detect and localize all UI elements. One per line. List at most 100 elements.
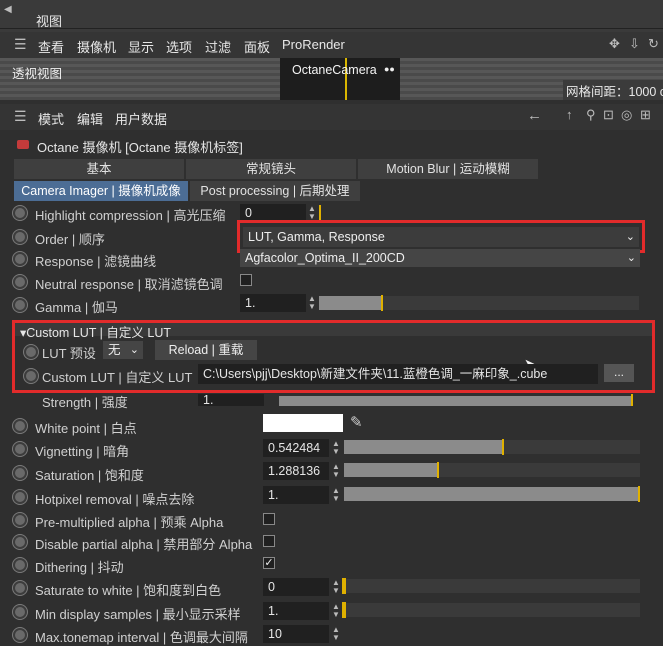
menu-prorender[interactable]: ProRender <box>282 37 345 52</box>
saturation-input[interactable]: 1.288136 <box>263 462 329 480</box>
camera-icon: ●● <box>384 64 395 74</box>
min-display-samples-label: Min display samples | 最小显示采样 <box>35 607 241 622</box>
up-arrow-icon[interactable]: ↑ <box>566 107 573 122</box>
animate-bullet[interactable] <box>13 419 27 433</box>
disable-partial-alpha-checkbox[interactable] <box>263 535 275 547</box>
animate-bullet[interactable] <box>13 628 27 642</box>
down-arrow-icon[interactable]: ⇩ <box>629 36 640 52</box>
lut-preset-select[interactable]: 无 ⌄ <box>103 341 143 359</box>
gamma-slider-fill <box>319 296 383 310</box>
animate-bullet[interactable] <box>13 298 27 312</box>
tab-camera-imager[interactable]: Camera Imager | 摄像机成像 <box>14 181 188 201</box>
slider-marker[interactable] <box>638 486 640 502</box>
animate-bullet[interactable] <box>13 535 27 549</box>
spin-arrows-icon[interactable]: ▲ ▼ <box>332 463 340 479</box>
tab-post-processing[interactable]: Post processing | 后期处理 <box>190 181 360 201</box>
custom-lut-section-title[interactable]: ▾Custom LUT | 自定义 LUT <box>20 322 171 341</box>
animate-bullet[interactable] <box>13 466 27 480</box>
spin-arrows-icon[interactable]: ▲ ▼ <box>332 603 340 619</box>
neutral-response-checkbox[interactable] <box>240 274 252 286</box>
target-icon[interactable]: ◎ <box>621 107 632 123</box>
custom-lut-path-input[interactable]: C:\Users\pjj\Desktop\新建文件夹\11.蓝橙色调_一麻印象_… <box>198 364 598 384</box>
animate-bullet[interactable] <box>13 605 27 619</box>
vignetting-input[interactable]: 0.542484 <box>263 439 329 457</box>
slider-marker[interactable] <box>381 295 383 311</box>
response-value: Agfacolor_Optima_II_200CD <box>245 251 405 265</box>
gamma-input[interactable]: 1. <box>240 294 306 312</box>
tab-basic[interactable]: 基本 <box>14 159 184 179</box>
strength-input[interactable]: 1. <box>198 394 264 406</box>
animate-bullet[interactable] <box>13 581 27 595</box>
custom-lut-path-label: Custom LUT | 自定义 LUT <box>42 370 193 385</box>
menu-user-data[interactable]: 用户数据 <box>115 109 167 128</box>
menu-filter[interactable]: 过滤 <box>205 37 231 56</box>
animate-bullet[interactable] <box>24 345 38 359</box>
spin-arrows-icon[interactable]: ▲ ▼ <box>332 487 340 503</box>
slider-marker[interactable] <box>436 462 439 478</box>
animate-bullet[interactable] <box>13 206 27 220</box>
spin-arrows-icon[interactable]: ▲ ▼ <box>308 205 316 221</box>
divider <box>0 28 663 29</box>
slider-marker[interactable] <box>501 439 504 455</box>
back-arrow-icon[interactable]: ← <box>527 107 542 124</box>
saturate-to-white-slider[interactable] <box>342 578 640 594</box>
white-point-swatch[interactable] <box>263 414 343 432</box>
spin-arrows-icon[interactable]: ▲ ▼ <box>308 295 316 311</box>
hotpixel-removal-input[interactable]: 1. <box>263 486 329 504</box>
menu-display[interactable]: 显示 <box>128 37 154 56</box>
premultiplied-alpha-checkbox[interactable] <box>263 513 275 525</box>
menu-options[interactable]: 选项 <box>166 37 192 56</box>
dithering-label: Dithering | 抖动 <box>35 560 124 575</box>
reload-button[interactable]: Reload | 重载 <box>155 340 257 360</box>
animate-bullet[interactable] <box>24 369 38 383</box>
dithering-checkbox[interactable]: ✓ <box>263 557 275 569</box>
strength-slider-fill[interactable] <box>279 396 631 406</box>
search-icon[interactable]: ⚲ <box>586 107 596 123</box>
tab-motion-blur[interactable]: Motion Blur | 运动模糊 <box>358 159 538 179</box>
tab-lens[interactable]: 常规镜头 <box>186 159 356 179</box>
menu-edit[interactable]: 编辑 <box>77 109 103 128</box>
hamburger-icon[interactable]: ☰ <box>14 36 27 53</box>
viewport[interactable]: 透视视图 OctaneCamera ●● 网格间距：1000 c <box>0 58 663 100</box>
new-window-icon[interactable]: ⊞ <box>640 107 651 123</box>
lock-icon[interactable]: ⊡ <box>603 107 614 123</box>
order-value: LUT, Gamma, Response <box>248 230 385 244</box>
animate-bullet[interactable] <box>13 490 27 504</box>
saturate-to-white-input[interactable]: 0 <box>263 578 329 596</box>
order-select[interactable]: LUT, Gamma, Response ⌄ <box>243 227 639 247</box>
vignetting-slider[interactable] <box>344 439 640 455</box>
lut-preset-value: 无 <box>108 343 121 357</box>
min-display-samples-slider[interactable] <box>342 602 640 618</box>
collapse-arrow-icon[interactable]: ◀ <box>4 4 12 15</box>
animate-bullet[interactable] <box>13 230 27 244</box>
eyedropper-icon[interactable]: ✎ <box>350 413 363 431</box>
animate-bullet[interactable] <box>13 442 27 456</box>
highlight-slider-marker[interactable] <box>319 205 321 221</box>
hotpixel-slider-fill <box>344 487 640 501</box>
saturation-slider[interactable] <box>344 462 640 478</box>
spin-arrows-icon[interactable]: ▲ ▼ <box>332 440 340 456</box>
menu-mode[interactable]: 模式 <box>38 109 64 128</box>
strength-label: Strength | 强度 <box>42 395 128 410</box>
animate-bullet[interactable] <box>13 252 27 266</box>
min-display-samples-input[interactable]: 1. <box>263 602 329 620</box>
spin-arrows-icon[interactable]: ▲ ▼ <box>332 626 340 642</box>
menu-camera[interactable]: 摄像机 <box>77 37 116 56</box>
animate-bullet[interactable] <box>13 558 27 572</box>
spin-arrows-icon[interactable]: ▲ ▼ <box>332 579 340 595</box>
gamma-slider[interactable] <box>319 295 639 311</box>
browse-button[interactable]: ... <box>604 364 634 382</box>
hamburger-icon[interactable]: ☰ <box>14 108 27 125</box>
menu-view[interactable]: 查看 <box>38 37 64 56</box>
highlight-compression-label: Highlight compression | 高光压缩 <box>35 208 226 223</box>
hotpixel-removal-slider[interactable] <box>344 486 640 502</box>
order-label: Order | 顺序 <box>35 232 105 247</box>
animate-bullet[interactable] <box>13 275 27 289</box>
animate-bullet[interactable] <box>13 513 27 527</box>
max-tonemap-interval-input[interactable]: 10 <box>263 625 329 643</box>
saturate-to-white-label: Saturate to white | 饱和度到白色 <box>35 583 222 598</box>
response-select[interactable]: Agfacolor_Optima_II_200CD ⌄ <box>240 249 640 267</box>
menu-panel[interactable]: 面板 <box>244 37 270 56</box>
move-icon[interactable]: ✥ <box>609 36 620 52</box>
rotate-icon[interactable]: ↻ <box>648 36 659 52</box>
